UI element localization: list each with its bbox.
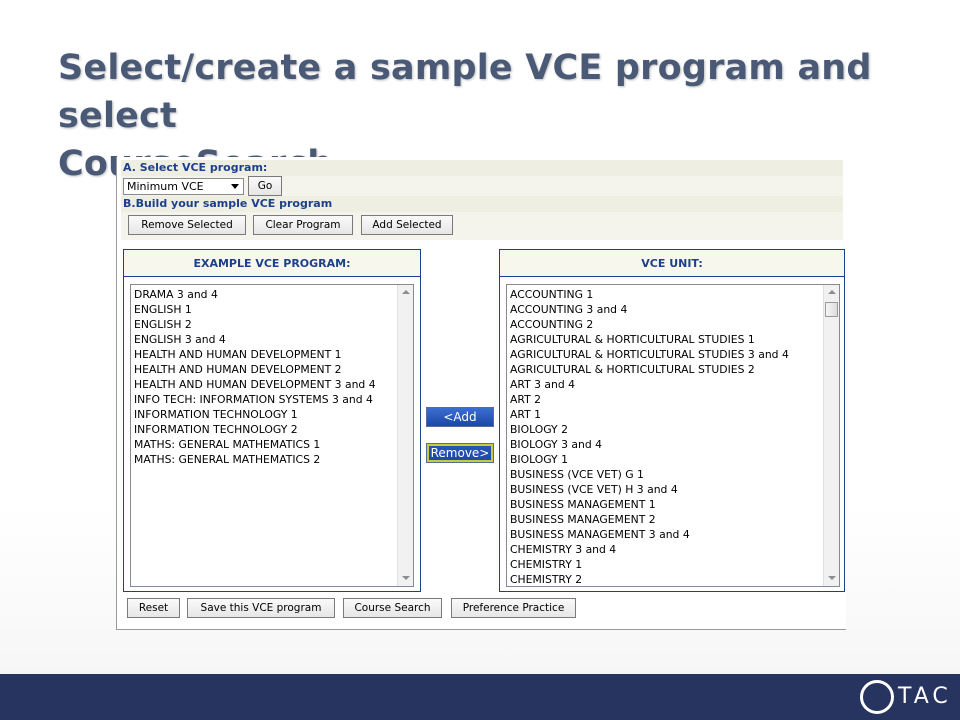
list-item[interactable]: INFO TECH: INFORMATION SYSTEMS 3 and 4	[134, 392, 395, 407]
scroll-up-icon[interactable]	[824, 285, 839, 301]
list-item[interactable]: ACCOUNTING 2	[510, 317, 821, 332]
list-item[interactable]: CHEMISTRY 2	[510, 572, 821, 586]
vtac-logo: TAC	[860, 680, 948, 714]
vce-program-select[interactable]: Minimum VCE	[123, 178, 244, 195]
list-item[interactable]: BUSINESS MANAGEMENT 3 and 4	[510, 527, 821, 542]
clear-program-button[interactable]: Clear Program	[253, 215, 353, 235]
scroll-up-icon[interactable]	[398, 285, 413, 301]
section-b-heading: B.Build your sample VCE program	[121, 196, 843, 212]
list-item[interactable]: HEALTH AND HUMAN DEVELOPMENT 2	[134, 362, 395, 377]
example-program-scrollbar[interactable]	[397, 285, 413, 586]
example-program-panel: EXAMPLE VCE PROGRAM: DRAMA 3 and 4 ENGLIS…	[123, 249, 421, 592]
list-item[interactable]: ENGLISH 1	[134, 302, 395, 317]
go-button[interactable]: Go	[248, 176, 282, 196]
preference-practice-button[interactable]: Preference Practice	[451, 598, 576, 618]
list-item[interactable]: BUSINESS (VCE VET) G 1	[510, 467, 821, 482]
remove-arrow-button[interactable]: Remove>	[426, 443, 494, 463]
logo-text: TAC	[898, 684, 952, 709]
list-item[interactable]: AGRICULTURAL & HORTICULTURAL STUDIES 2	[510, 362, 821, 377]
scroll-down-icon[interactable]	[398, 570, 413, 586]
list-item[interactable]: BUSINESS MANAGEMENT 2	[510, 512, 821, 527]
list-item[interactable]: CHEMISTRY 1	[510, 557, 821, 572]
save-program-button[interactable]: Save this VCE program	[187, 598, 335, 618]
list-item[interactable]: ART 1	[510, 407, 821, 422]
list-item[interactable]: DRAMA 3 and 4	[134, 287, 395, 302]
list-item[interactable]: ART 2	[510, 392, 821, 407]
vce-program-builder: A. Select VCE program: Minimum VCE Go B.…	[116, 157, 846, 630]
reset-button[interactable]: Reset	[127, 598, 180, 618]
vce-unit-scrollbar[interactable]	[823, 285, 839, 586]
list-item[interactable]: BUSINESS MANAGEMENT 1	[510, 497, 821, 512]
list-item[interactable]: BIOLOGY 1	[510, 452, 821, 467]
list-item[interactable]: ENGLISH 2	[134, 317, 395, 332]
list-item[interactable]: ART 3 and 4	[510, 377, 821, 392]
list-item[interactable]: INFORMATION TECHNOLOGY 1	[134, 407, 395, 422]
list-item[interactable]: CHEMISTRY 3 and 4	[510, 542, 821, 557]
footer-bar: TAC	[0, 674, 960, 720]
example-program-header: EXAMPLE VCE PROGRAM:	[124, 250, 420, 277]
list-item[interactable]: AGRICULTURAL & HORTICULTURAL STUDIES 1	[510, 332, 821, 347]
scroll-down-icon[interactable]	[824, 570, 839, 586]
list-item[interactable]: HEALTH AND HUMAN DEVELOPMENT 3 and 4	[134, 377, 395, 392]
list-item[interactable]: INFORMATION TECHNOLOGY 2	[134, 422, 395, 437]
add-arrow-button[interactable]: <Add	[426, 407, 494, 427]
chevron-down-icon	[231, 184, 239, 189]
section-a-heading: A. Select VCE program:	[121, 160, 843, 176]
list-item[interactable]: BIOLOGY 3 and 4	[510, 437, 821, 452]
add-selected-button[interactable]: Add Selected	[361, 215, 453, 235]
remove-selected-button[interactable]: Remove Selected	[128, 215, 246, 235]
vce-unit-panel: VCE UNIT: ACCOUNTING 1 ACCOUNTING 3 and 4…	[499, 249, 845, 592]
slide-title-line-1: Select/create a sample VCE program and s…	[58, 48, 872, 136]
vce-program-select-value: Minimum VCE	[127, 180, 204, 193]
course-search-button[interactable]: Course Search	[343, 598, 442, 618]
list-item[interactable]: MATHS: GENERAL MATHEMATICS 1	[134, 437, 395, 452]
list-item[interactable]: ENGLISH 3 and 4	[134, 332, 395, 347]
list-item[interactable]: BIOLOGY 2	[510, 422, 821, 437]
vce-unit-listbox[interactable]: ACCOUNTING 1 ACCOUNTING 3 and 4 ACCOUNTING…	[506, 284, 840, 587]
logo-circle-icon	[860, 680, 894, 714]
example-program-listbox[interactable]: DRAMA 3 and 4 ENGLISH 1 ENGLISH 2 ENGLISH 3…	[130, 284, 414, 587]
scrollbar-thumb[interactable]	[825, 302, 838, 317]
vce-unit-header: VCE UNIT:	[500, 250, 844, 277]
list-item[interactable]: ACCOUNTING 1	[510, 287, 821, 302]
example-program-items: DRAMA 3 and 4 ENGLISH 1 ENGLISH 2 ENGLISH 3…	[134, 287, 395, 467]
vce-unit-items: ACCOUNTING 1 ACCOUNTING 3 and 4 ACCOUNTING…	[510, 287, 821, 586]
list-item[interactable]: BUSINESS (VCE VET) H 3 and 4	[510, 482, 821, 497]
list-item[interactable]: ACCOUNTING 3 and 4	[510, 302, 821, 317]
list-item[interactable]: HEALTH AND HUMAN DEVELOPMENT 1	[134, 347, 395, 362]
list-item[interactable]: MATHS: GENERAL MATHEMATICS 2	[134, 452, 395, 467]
list-item[interactable]: AGRICULTURAL & HORTICULTURAL STUDIES 3 a…	[510, 347, 821, 362]
